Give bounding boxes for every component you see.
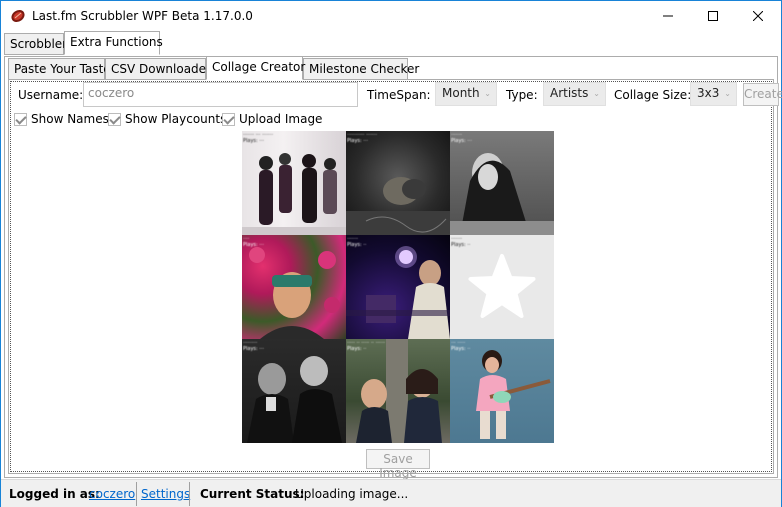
close-button[interactable]: [735, 1, 781, 31]
tile-photo: [249, 247, 340, 339]
show-playcounts-label: Show Playcounts: [125, 112, 227, 126]
tile-photo: [242, 153, 346, 235]
tab-paste-your-taste[interactable]: Paste Your Taste: [8, 58, 111, 80]
tile-caption: ······· Plays: ··: [451, 236, 471, 248]
tile-photo: [356, 339, 442, 443]
create-button[interactable]: Create: [743, 83, 782, 106]
app-logo-icon: [11, 9, 25, 23]
tile-photo: [450, 153, 554, 235]
tab-collage-creator[interactable]: Collage Creator: [206, 56, 305, 80]
tile-photo: [476, 350, 551, 439]
chevron-down-icon: ⌄: [724, 89, 731, 98]
tab-milestone-checker[interactable]: Milestone Checker: [303, 58, 419, 80]
show-names-label: Show Names: [31, 112, 109, 126]
extra-functions-panel: Paste Your Taste CSV Downloader Collage …: [4, 56, 782, 480]
collage-size-select[interactable]: 3x3 ⌄: [690, 82, 737, 106]
tile-caption: ····· ·· ····· ·· ······ Plays: ··: [347, 340, 386, 352]
tab-scrobbler[interactable]: Scrobbler: [4, 33, 67, 55]
collage-tile: ····· ·· ····· ·· ······ Plays: ··: [346, 339, 450, 443]
collage-tile: ······· ··· ······· Plays: ···: [242, 131, 346, 235]
collage-size-label: Collage Size:: [614, 88, 692, 102]
show-names-checkbox[interactable]: Show Names: [14, 112, 109, 126]
collage-tile: ······· Plays: ···: [450, 131, 554, 235]
tile-caption: ··· ····· Plays: ··: [451, 340, 471, 352]
maximize-button[interactable]: [690, 1, 736, 31]
tile-photo: [346, 177, 450, 235]
type-value: Artists: [550, 86, 589, 100]
minimize-button[interactable]: [645, 1, 691, 31]
maximize-icon: [708, 11, 718, 21]
collage-tile: ··········· ······· Plays: ···: [346, 131, 450, 235]
tile-caption: ······· Plays: ···: [451, 132, 473, 144]
current-status-label: Current Status:: [200, 487, 305, 501]
tab-csv-downloader[interactable]: CSV Downloader: [105, 58, 211, 80]
timespan-value: Month: [442, 86, 480, 100]
collage-tile: ···· Plays: ···: [242, 235, 346, 339]
current-status-value: Uploading image...: [295, 487, 409, 501]
timespan-label: TimeSpan:: [367, 88, 431, 102]
tile-photo: [247, 356, 342, 443]
title-bar: Last.fm Scrubbler WPF Beta 1.17.0.0: [1, 1, 781, 31]
checkbox-checked-icon: [14, 112, 27, 126]
status-separator: [189, 482, 190, 506]
username-link[interactable]: coczero: [89, 487, 135, 501]
tile-caption: ······· Plays: ··: [347, 236, 367, 248]
collage-creator-content: Username: coczero TimeSpan: Month ⌄ Type…: [10, 81, 782, 480]
collage-image: ······· ··· ······· Plays: ··· ··········…: [242, 131, 554, 443]
placeholder-star-icon: [468, 254, 536, 318]
collage-tile: ··· ····· Plays: ··: [450, 339, 554, 443]
upload-image-label: Upload Image: [239, 112, 323, 126]
save-image-button[interactable]: Save Image: [366, 449, 430, 480]
type-select[interactable]: Artists ⌄: [543, 82, 606, 106]
app-window: Last.fm Scrubbler WPF Beta 1.17.0.0 Scro…: [0, 0, 782, 507]
type-label: Type:: [506, 88, 538, 102]
collage-size-value: 3x3: [697, 86, 720, 100]
tile-caption: ··········· ······· Plays: ···: [347, 132, 378, 144]
collage-tile: ········· Plays: ···: [242, 339, 346, 443]
logged-in-label: Logged in as:: [9, 487, 100, 501]
settings-link[interactable]: Settings: [141, 487, 190, 501]
tile-photo: [346, 246, 450, 339]
window-title: Last.fm Scrubbler WPF Beta 1.17.0.0: [32, 9, 253, 23]
tile-caption: ········· Plays: ···: [243, 340, 265, 352]
minimize-icon: [663, 15, 673, 17]
collage-tile: ······· Plays: ··: [450, 235, 554, 339]
tab-extra-functions[interactable]: Extra Functions: [64, 31, 163, 55]
chevron-down-icon: ⌄: [593, 89, 600, 98]
status-bar: Logged in as: coczero Settings Current S…: [1, 479, 781, 507]
upload-image-checkbox[interactable]: Upload Image: [222, 112, 322, 126]
tile-caption: ······· ··· ······· Plays: ···: [243, 132, 274, 144]
close-icon: [753, 11, 763, 21]
chevron-down-icon: ⌄: [484, 89, 491, 98]
username-label: Username:: [18, 88, 84, 102]
collage-creator-panel: Username: coczero TimeSpan: Month ⌄ Type…: [8, 79, 782, 480]
checkbox-checked-icon: [108, 112, 121, 126]
checkbox-checked-icon: [222, 112, 235, 126]
timespan-select[interactable]: Month ⌄: [435, 82, 497, 106]
username-input[interactable]: coczero: [83, 82, 358, 107]
status-separator: [136, 482, 137, 506]
tile-caption: ···· Plays: ···: [243, 236, 265, 248]
collage-tile: ······· Plays: ··: [346, 235, 450, 339]
show-playcounts-checkbox[interactable]: Show Playcounts: [108, 112, 226, 126]
